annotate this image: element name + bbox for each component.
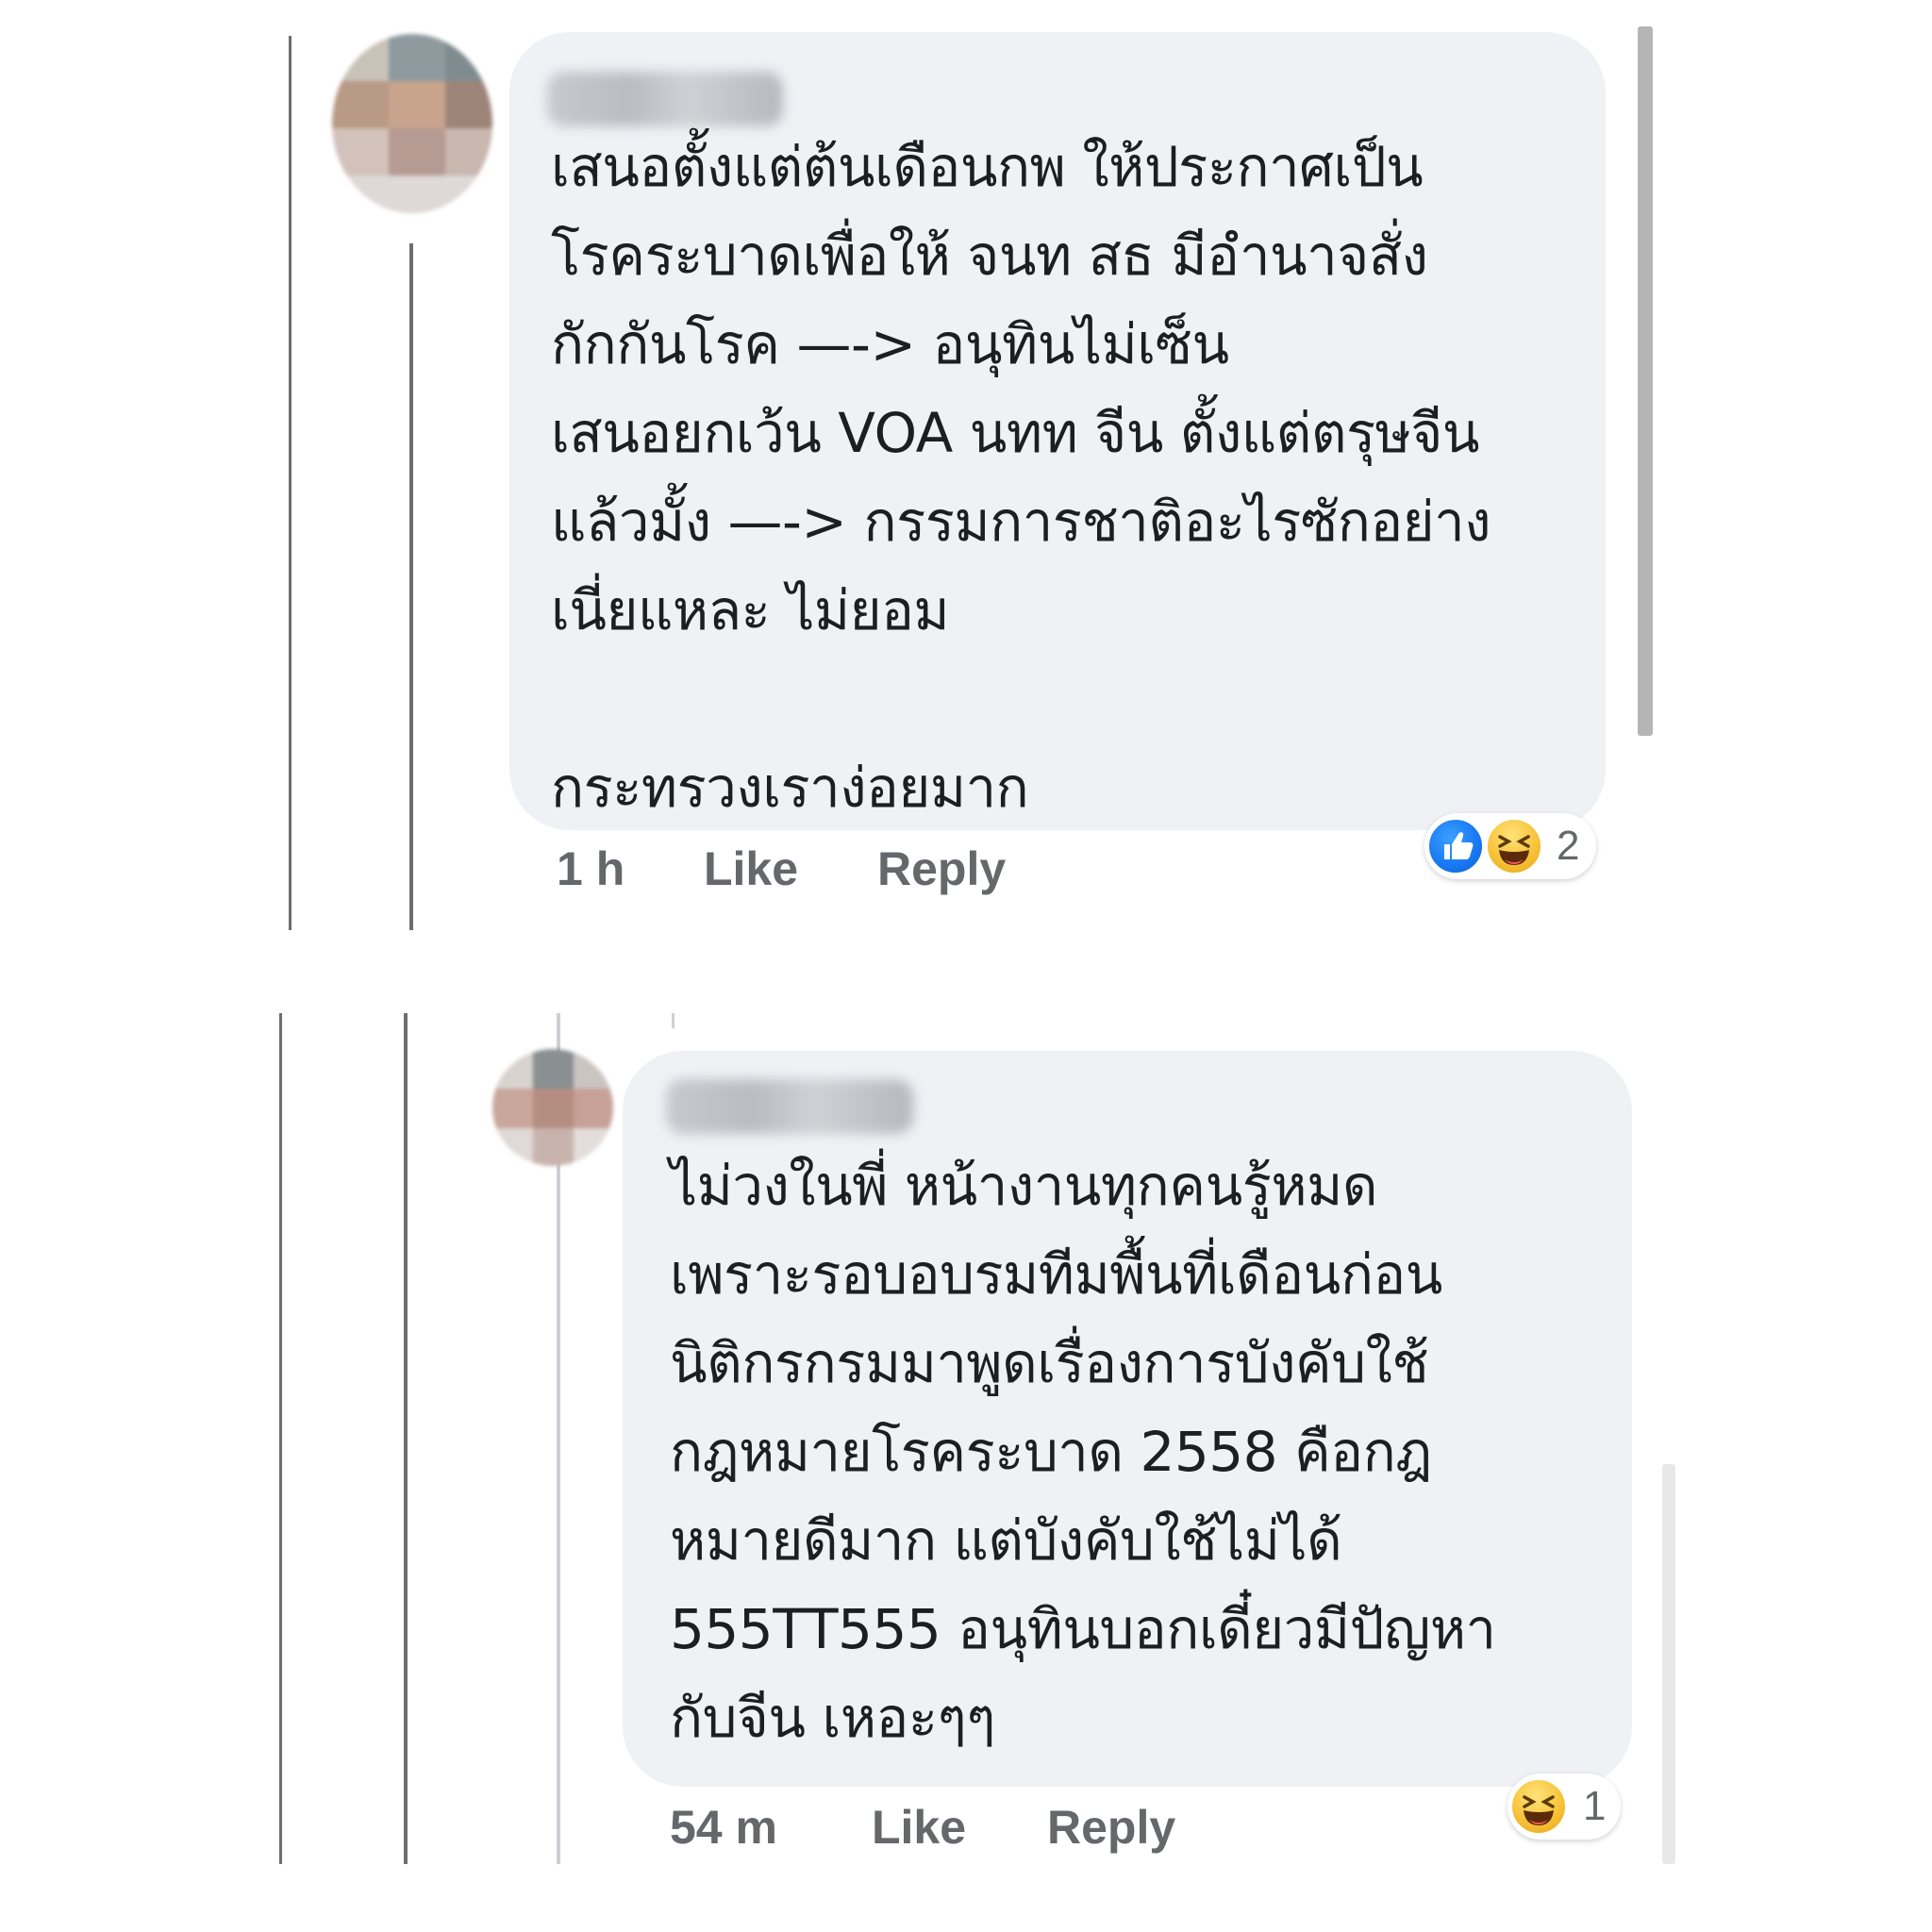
reaction-count: 2 xyxy=(1557,823,1580,869)
reaction-summary[interactable]: 1 xyxy=(1507,1774,1621,1840)
thread-line xyxy=(279,1013,282,1864)
reply-button[interactable]: Reply xyxy=(877,841,1006,896)
comment-actions: 54 m Like Reply xyxy=(670,1800,1330,1857)
haha-icon xyxy=(1509,1777,1568,1836)
reaction-count: 1 xyxy=(1583,1783,1607,1829)
comment-text: เสนอตั้งแต่ต้นเดือนกพ ให้ประกาศเป็น โรคร… xyxy=(551,135,1491,820)
comment-bubble: ไม่วงในพี่ หน้างานทุกคนรู้หมด เพราะรอบอบ… xyxy=(623,1051,1632,1787)
thread-line xyxy=(404,1013,408,1864)
thread-line xyxy=(409,243,413,930)
reply-button[interactable]: Reply xyxy=(1047,1800,1175,1855)
haha-icon xyxy=(1485,817,1543,875)
avatar[interactable] xyxy=(492,1049,613,1166)
scrollbar[interactable] xyxy=(1662,1464,1675,1864)
scrollbar[interactable] xyxy=(1638,26,1653,736)
commenter-name[interactable] xyxy=(666,1079,913,1134)
avatar[interactable] xyxy=(332,34,492,213)
comment-bubble: เสนอตั้งแต่ต้นเดือนกพ ให้ประกาศเป็น โรคร… xyxy=(509,32,1606,830)
commenter-name[interactable] xyxy=(547,72,783,126)
thread-line xyxy=(672,1013,675,1028)
comment-timestamp[interactable]: 54 m xyxy=(670,1800,777,1855)
reaction-summary[interactable]: 2 xyxy=(1424,813,1596,879)
comment-timestamp[interactable]: 1 h xyxy=(557,841,625,896)
thread-line xyxy=(289,36,291,930)
comment-text: ไม่วงในพี่ หน้างานทุกคนรู้หมด เพราะรอบอบ… xyxy=(670,1154,1496,1750)
like-button[interactable]: Like xyxy=(872,1800,966,1855)
like-icon xyxy=(1426,817,1485,875)
comment-actions: 1 h Like Reply xyxy=(557,841,1217,898)
like-button[interactable]: Like xyxy=(704,841,798,896)
